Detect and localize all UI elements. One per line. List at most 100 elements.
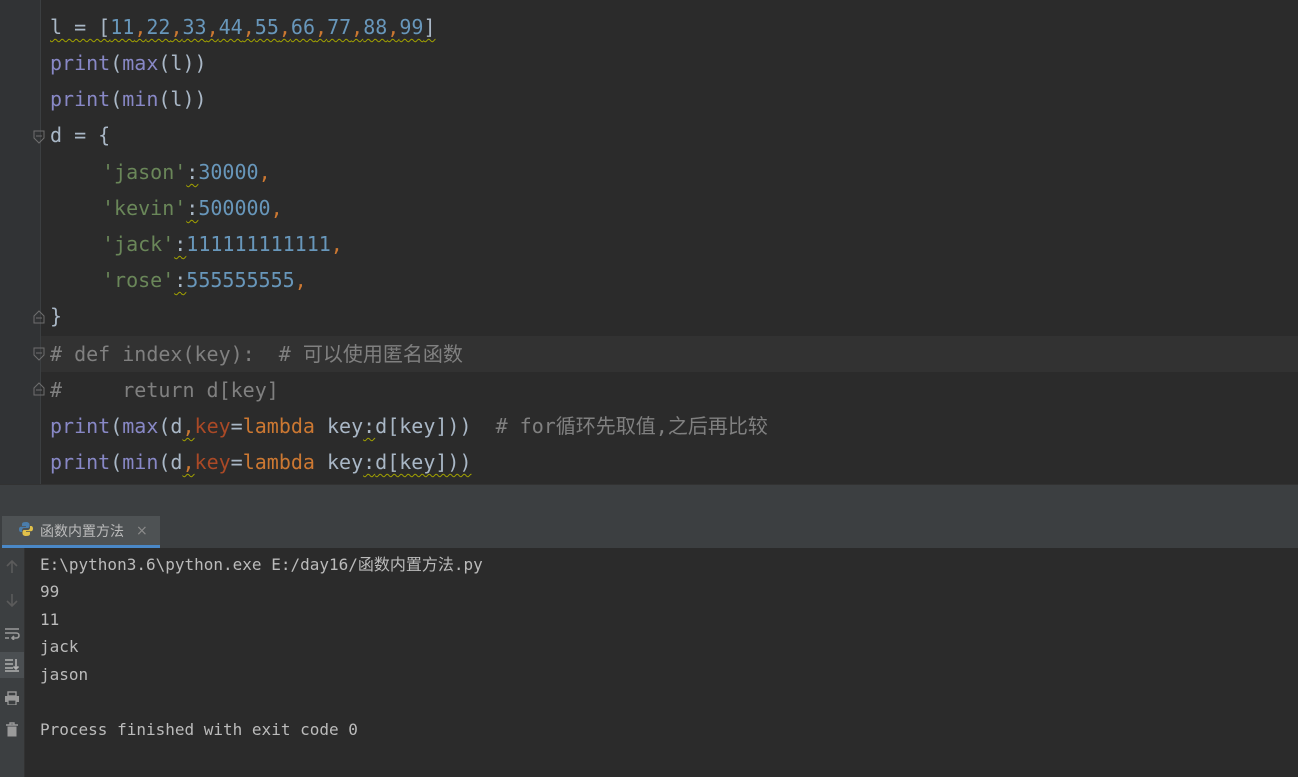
- code-line-13: print(min(d,key=lambda key:d[key])): [50, 444, 472, 480]
- code-token: :: [186, 196, 199, 220]
- fold-open-icon[interactable]: [33, 130, 45, 144]
- panel-splitter[interactable]: [0, 484, 1298, 517]
- code-token: key: [314, 450, 364, 474]
- code-token: 30000: [198, 160, 259, 184]
- run-tab-bar: 函数内置方法 ×: [0, 516, 1298, 549]
- code-token: (: [110, 87, 123, 111]
- code-token: 55: [254, 15, 279, 39]
- code-token: 500000: [198, 196, 271, 220]
- code-line-6: 'kevin':500000,: [102, 190, 283, 226]
- console-line: 11: [40, 610, 60, 629]
- code-token: ,: [315, 15, 328, 39]
- code-token: ,: [182, 414, 195, 438]
- code-token: 111111111111: [186, 232, 331, 256]
- code-token: lambda: [242, 414, 315, 438]
- code-token: :: [174, 232, 187, 256]
- code-token: ,: [170, 15, 183, 39]
- code-token: min: [122, 450, 159, 474]
- code-token: (d: [158, 450, 183, 474]
- code-line-2: print(max(l)): [50, 45, 207, 81]
- code-token: ,: [206, 15, 219, 39]
- code-token: max: [122, 414, 159, 438]
- code-token: (: [110, 450, 123, 474]
- console-line: E:\python3.6\python.exe E:/day16/函数内置方法.…: [40, 555, 483, 574]
- code-token: ,: [270, 196, 283, 220]
- code-token: ,: [387, 15, 400, 39]
- code-line-5: 'jason':30000,: [102, 154, 271, 190]
- code-line-11: # return d[key]: [50, 378, 279, 402]
- code-token: # for循环先取值,之后再比较: [471, 414, 768, 438]
- code-token: 'rose': [102, 268, 175, 292]
- code-token: (: [110, 414, 123, 438]
- console-line: Process finished with exit code 0: [40, 720, 358, 739]
- code-token: :: [363, 450, 376, 474]
- code-token: print: [50, 51, 111, 75]
- code-token: =: [230, 414, 243, 438]
- code-token: ,: [330, 232, 343, 256]
- code-token: (l)): [158, 51, 207, 75]
- close-icon[interactable]: ×: [136, 523, 148, 539]
- arrow-down-icon[interactable]: [0, 587, 24, 613]
- code-line-9: }: [50, 304, 63, 328]
- code-token: 99: [399, 15, 424, 39]
- fold-open-icon[interactable]: [33, 347, 45, 361]
- code-token: (d: [158, 414, 183, 438]
- code-token: 11: [110, 15, 135, 39]
- trash-icon[interactable]: [0, 717, 24, 743]
- code-line-8: 'rose':555555555,: [102, 262, 307, 298]
- code-token: ,: [258, 160, 271, 184]
- code-token: (l)): [158, 87, 207, 111]
- console-line: jack: [40, 637, 79, 656]
- code-token: =: [230, 450, 243, 474]
- code-line-12: print(max(d,key=lambda key:d[key])) # fo…: [50, 408, 768, 444]
- code-token: ,: [182, 450, 195, 474]
- print-icon[interactable]: [0, 685, 24, 711]
- code-editor[interactable]: l = [11,22,33,44,55,66,77,88,99] print(m…: [0, 0, 1298, 484]
- code-token: (: [110, 51, 123, 75]
- code-token: l = [: [50, 15, 111, 39]
- code-token: 'kevin': [102, 196, 187, 220]
- code-token: 22: [146, 15, 171, 39]
- fold-close-icon[interactable]: [33, 382, 45, 396]
- console-line: jason: [40, 665, 89, 684]
- code-token: d[key])): [375, 414, 472, 438]
- code-token: print: [50, 450, 111, 474]
- code-token: 44: [218, 15, 243, 39]
- code-token: ,: [294, 268, 307, 292]
- code-token: d[key])): [375, 450, 472, 474]
- code-token: ,: [134, 15, 147, 39]
- code-token: ]: [423, 15, 436, 39]
- code-token: 66: [290, 15, 316, 39]
- code-line-1: l = [11,22,33,44,55,66,77,88,99]: [50, 9, 435, 45]
- scroll-to-end-icon[interactable]: [0, 652, 24, 678]
- code-token: key: [194, 414, 231, 438]
- code-token: ,: [242, 15, 255, 39]
- arrow-up-icon[interactable]: [0, 554, 24, 580]
- code-token: key: [194, 450, 231, 474]
- code-token: print: [50, 414, 111, 438]
- tab-run-config[interactable]: 函数内置方法 ×: [2, 516, 160, 548]
- code-token: lambda: [242, 450, 315, 474]
- code-token: 88: [363, 15, 388, 39]
- code-token: min: [122, 87, 159, 111]
- python-icon: [18, 521, 34, 541]
- code-token: 'jack': [102, 232, 175, 256]
- code-token: 555555555: [186, 268, 295, 292]
- code-token: :: [363, 414, 376, 438]
- console-line: 99: [40, 582, 60, 601]
- code-token: :: [174, 268, 187, 292]
- code-token: print: [50, 87, 111, 111]
- code-line-4: d = {: [50, 123, 111, 147]
- code-token: 33: [182, 15, 207, 39]
- code-token: key: [314, 414, 364, 438]
- code-line-3: print(min(l)): [50, 81, 207, 117]
- editor-gutter: [0, 0, 41, 484]
- code-token: ,: [278, 15, 291, 39]
- tab-label: 函数内置方法: [40, 523, 124, 540]
- soft-wrap-icon[interactable]: [0, 620, 24, 646]
- code-token: ,: [351, 15, 364, 39]
- code-line-7: 'jack':111111111111,: [102, 226, 343, 262]
- code-token: 77: [327, 15, 352, 39]
- code-token: max: [122, 51, 159, 75]
- fold-close-icon[interactable]: [33, 310, 45, 324]
